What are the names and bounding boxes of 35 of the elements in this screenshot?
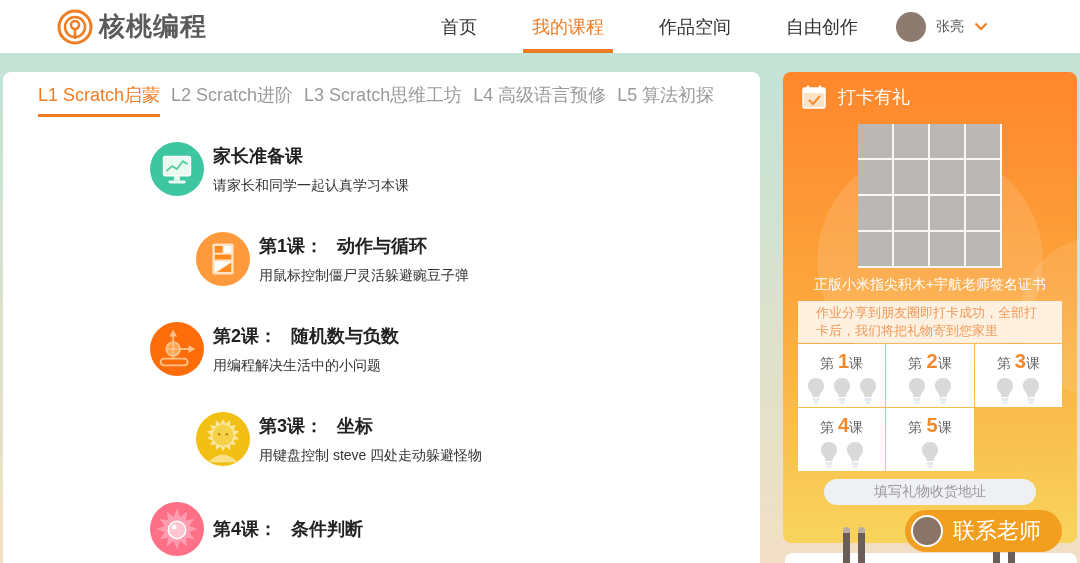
lesson-label: 第 3课 (996, 350, 1040, 374)
avatar (911, 515, 943, 547)
lesson-label: 第 4课 (820, 414, 864, 438)
calendar-icon (802, 85, 826, 109)
nav-link[interactable]: 自由创作 (777, 0, 867, 53)
hanger-rod (843, 527, 850, 563)
caret-icon[interactable] (974, 22, 988, 31)
notice: 作业分享到朋友圈即打卡成功，全部打卡后，我们将把礼物寄到您家里 (798, 301, 1062, 343)
lesson-number: 第2课： (213, 324, 277, 348)
lesson-description: 用编程解决生活中的小问题 (213, 356, 382, 375)
nav-link[interactable]: 首页 (432, 0, 486, 53)
user-name: 张亮 (936, 17, 964, 36)
avatar[interactable] (896, 11, 926, 42)
lesson-label: 第 2课 (908, 350, 952, 374)
lesson-description: 用键盘控制 steve 四处走动躲避怪物 (259, 446, 483, 465)
lesson-title[interactable]: 随机数与负数 (291, 323, 399, 348)
hanger-rod (1008, 552, 1015, 563)
lesson-number: 第3课： (259, 414, 323, 438)
lesson-title[interactable]: 坐标 (337, 413, 373, 438)
lesson-label: 第 1课 (820, 350, 864, 374)
nav-link[interactable]: 作品空间 (650, 0, 740, 53)
lesson-number: 第1课： (259, 234, 323, 258)
logo-text[interactable]: 核桃编程 (99, 9, 207, 44)
lesson-title[interactable]: 条件判断 (291, 517, 363, 541)
logo-icon[interactable] (57, 8, 93, 45)
prize-caption: 正版小米指尖积木+宇航老师签名证书 (813, 276, 1047, 293)
hanger-rod (993, 552, 1000, 563)
lesson-label: 第 5课 (908, 414, 952, 438)
lesson-title[interactable]: 家长准备课 (213, 143, 303, 168)
lesson-description: 用鼠标控制僵尸灵活躲避豌豆子弹 (259, 266, 469, 285)
lesson-number: 第4课： (213, 518, 277, 541)
hanger-rod (858, 527, 865, 563)
lesson-title[interactable]: 动作与循环 (337, 233, 427, 258)
checkin-title: 打卡有礼 (838, 86, 910, 109)
lesson-description: 请家长和同学一起认真学习本课 (213, 176, 409, 195)
